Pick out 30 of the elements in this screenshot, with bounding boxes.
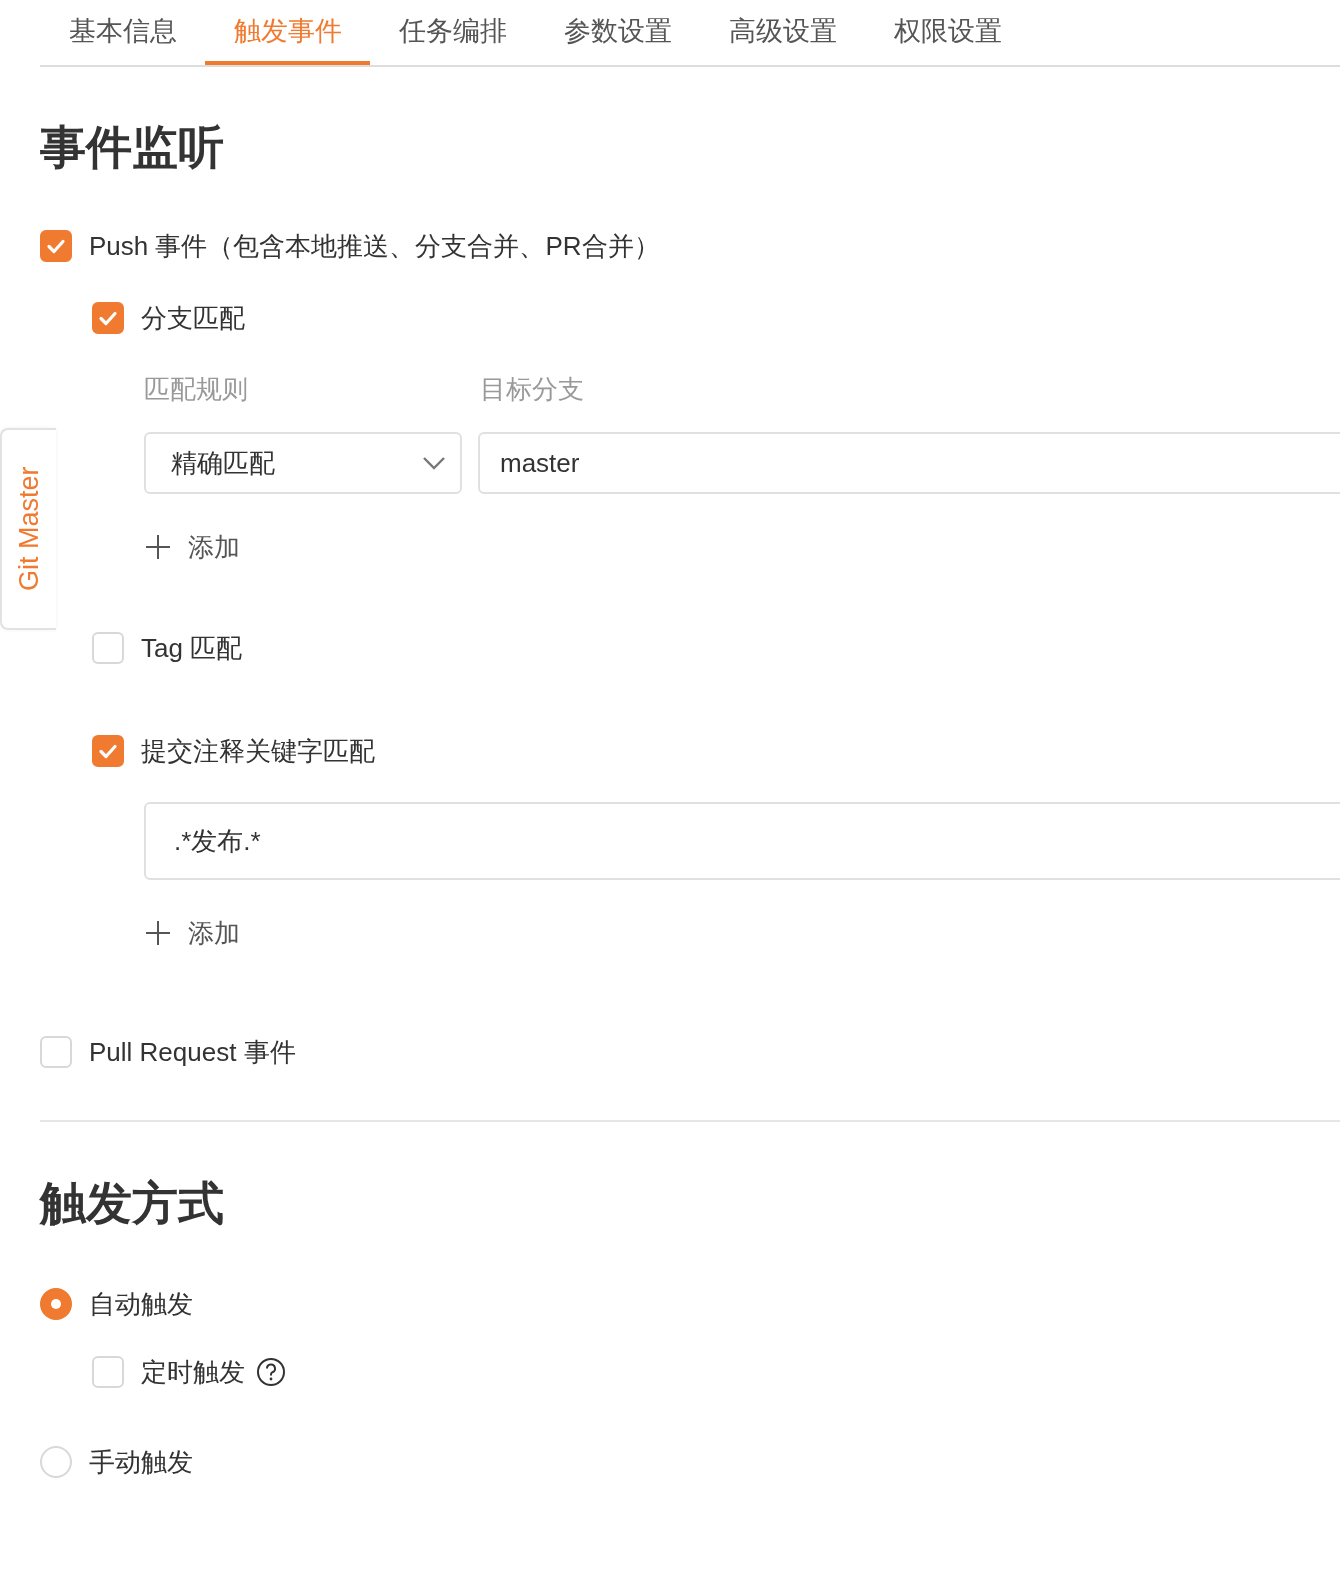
radio-label: 自动触发 <box>89 1287 193 1321</box>
checkbox-label: 分支匹配 <box>141 301 245 335</box>
checkbox-label: Tag 匹配 <box>141 631 243 665</box>
checkbox[interactable] <box>40 230 72 262</box>
plus-icon <box>144 533 172 561</box>
column-label: 匹配规则 <box>144 373 249 406</box>
match-dropdown[interactable]: 精确匹配 <box>144 432 462 494</box>
plus-icon <box>144 919 172 947</box>
checkbox-label: 提交注释关键字匹配 <box>141 734 375 768</box>
column-label: 目标分支 <box>480 373 584 406</box>
add-button[interactable]: 添加 <box>144 915 240 951</box>
checkbox-label: Push 事件（包含本地推送、分支合并、PR合并） <box>89 229 660 263</box>
add-button[interactable]: 添加 <box>144 529 240 565</box>
tab[interactable]: 高级设置 <box>700 0 865 65</box>
chevron-down-icon <box>422 456 446 470</box>
checkbox-label: Pull Request 事件 <box>89 1035 296 1069</box>
checkbox-label: 定时触发 <box>141 1355 245 1389</box>
section-title: 事件监听 <box>40 120 225 175</box>
tab[interactable]: 参数设置 <box>535 0 700 65</box>
help-icon[interactable] <box>256 1357 286 1387</box>
tab[interactable]: 权限设置 <box>865 0 1030 65</box>
section-title: 触发方式 <box>40 1176 225 1231</box>
radio-label: 手动触发 <box>89 1445 193 1479</box>
checkbox[interactable] <box>92 302 124 334</box>
radio-button[interactable] <box>40 1288 72 1320</box>
branch-input[interactable]: master <box>478 432 1340 494</box>
tab[interactable]: 任务编排 <box>370 0 535 65</box>
keyword-input[interactable]: .*发布.* <box>144 802 1340 880</box>
checkbox[interactable] <box>92 735 124 767</box>
tab[interactable]: 基本信息 <box>40 0 205 65</box>
